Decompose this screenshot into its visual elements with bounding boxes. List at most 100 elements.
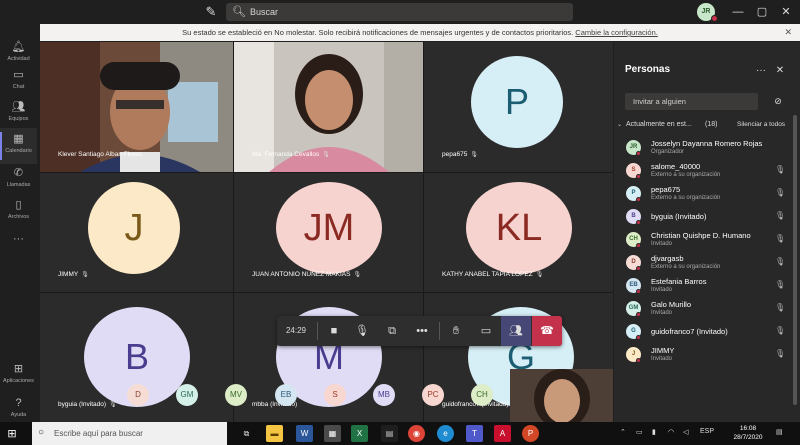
search-input[interactable]	[246, 3, 566, 21]
acrobat-button[interactable]: A	[494, 425, 511, 442]
excel-button[interactable]: X	[351, 425, 368, 442]
network-icon[interactable]: ▭	[636, 428, 643, 436]
participant-role: Organizador	[651, 149, 685, 155]
rail-item-chat[interactable]: ▭ Chat	[0, 64, 37, 100]
participant-role: Invitado	[651, 241, 673, 247]
mic-off-icon[interactable]: 🎙︎	[775, 165, 785, 174]
self-video-preview[interactable]	[510, 369, 613, 422]
participant-row[interactable]: Bbyguia (Invitado) 🎙︎	[614, 206, 794, 230]
camera-button[interactable]: ■	[321, 316, 347, 346]
video-tile[interactable]: P pepa675 🎙︎	[424, 42, 613, 172]
powerpoint-button[interactable]: P	[522, 425, 539, 442]
ellipsis-icon: •••	[416, 325, 428, 337]
mic-off-icon[interactable]: 🎙︎	[775, 188, 785, 197]
maximize-button[interactable]: ▢	[750, 2, 774, 22]
hang-up-button[interactable]: ☎	[532, 316, 562, 346]
app-rail: 🔔︎ Actividad ▭ Chat 👥︎ Equipos ▦ Calenda…	[0, 24, 37, 422]
mic-off-icon[interactable]: 🎙︎	[775, 257, 785, 266]
close-button[interactable]: ✕	[774, 2, 798, 22]
edge-button[interactable]: e	[437, 425, 454, 442]
ellipsis-icon: ···	[13, 233, 24, 245]
mic-off-icon[interactable]: 🎙︎	[775, 211, 785, 220]
participant-row[interactable]: Ssalome_40000 Externo a su organización 🎙︎	[614, 160, 794, 184]
overflow-avatar[interactable]: S	[324, 384, 346, 406]
rail-item-teams[interactable]: 👥︎ Equipos	[0, 96, 37, 132]
banner-settings-link[interactable]: Cambie la configuración.	[575, 28, 658, 37]
taskbar-search[interactable]: ○	[32, 422, 227, 445]
language-indicator[interactable]: ESP	[700, 428, 714, 435]
windows-start-button[interactable]: ⊞	[4, 426, 20, 442]
mic-off-icon[interactable]: 🎙︎	[775, 234, 785, 243]
chrome-button[interactable]: ◉	[408, 425, 425, 442]
participant-row[interactable]: GM Galo Murillo Invitado 🎙︎	[614, 298, 794, 322]
overflow-avatar[interactable]: MB	[373, 384, 395, 406]
video-tile[interactable]: KL KATHY ANABEL TAPIA LOPEZ 🎙︎	[424, 173, 613, 292]
participants-button[interactable]: 👥︎	[501, 316, 531, 346]
participant-row[interactable]: Ppepa675 Externo a su organización 🎙︎	[614, 183, 794, 207]
minimize-button[interactable]: —	[726, 2, 750, 22]
teams-button[interactable]: T	[466, 425, 483, 442]
in-meeting-section[interactable]: ⌄ Actualmente en est... (18) Silenciar a…	[617, 121, 797, 133]
chat-button[interactable]: ▭	[473, 316, 499, 346]
rail-item-files[interactable]: ▯ Archivos	[0, 194, 37, 230]
mic-button[interactable]: 🎙︎	[349, 316, 375, 346]
panel-scrollbar[interactable]	[793, 115, 797, 405]
word-button[interactable]: W	[296, 425, 313, 442]
rail-item-calendar[interactable]: ▦ Calendario	[0, 128, 37, 164]
panel-close-button[interactable]: ✕	[773, 64, 787, 78]
mic-off-icon: 🎙︎	[470, 152, 478, 158]
video-tile[interactable]: Klever Santiago Alban Flores	[40, 42, 233, 172]
file-explorer-button[interactable]: ▬	[266, 425, 283, 442]
participant-row[interactable]: Gguidofranco7 (Invitado) 🎙︎	[614, 321, 794, 345]
mic-off-icon[interactable]: 🎙︎	[775, 280, 785, 289]
mute-all-button[interactable]: Silenciar a todos	[737, 121, 785, 128]
participant-row[interactable]: Ddjvargasb Externo a su organización 🎙︎	[614, 252, 794, 276]
video-tile[interactable]: Ma. Fernanda Cevallos 🎙︎	[234, 42, 423, 172]
overflow-avatar[interactable]: D	[127, 384, 149, 406]
share-screen-button[interactable]: ⧉	[379, 316, 405, 346]
close-icon[interactable]: ✕	[784, 24, 792, 41]
status-icon	[636, 174, 641, 179]
mic-off-icon[interactable]: 🎙︎	[775, 349, 785, 358]
overflow-avatar[interactable]: EB	[275, 384, 297, 406]
overflow-avatar[interactable]: MV	[225, 384, 247, 406]
chevron-up-icon[interactable]: ⌃	[620, 428, 626, 436]
rail-item-calls[interactable]: ✆ Llamadas	[0, 162, 37, 198]
more-apps-button[interactable]: ···	[0, 228, 37, 264]
close-icon: ✕	[775, 65, 785, 76]
volume-icon[interactable]: ◁	[683, 428, 688, 436]
mic-icon: 🎙︎	[355, 325, 369, 337]
mic-off-icon[interactable]: 🎙︎	[775, 326, 785, 335]
participant-row[interactable]: JR Josselyn Dayanna Romero Rojas Organizad…	[614, 137, 794, 161]
overflow-avatar[interactable]: PC	[422, 384, 444, 406]
invite-input[interactable]	[625, 93, 758, 110]
participant-name: Klever Santiago Alban Flores	[58, 151, 142, 158]
participant-row[interactable]: J JIMMY Invitado 🎙︎	[614, 344, 794, 368]
mic-off-icon[interactable]: 🎙︎	[775, 303, 785, 312]
task-view-button[interactable]: ⧉	[238, 425, 255, 442]
store-icon: ▦	[328, 429, 337, 438]
panel-more-button[interactable]: ···	[754, 64, 768, 78]
participant-name: JIMMY	[651, 346, 675, 355]
rail-item-apps[interactable]: ⊞ Aplicaciones	[0, 358, 37, 394]
notifications-icon[interactable]: ▤	[776, 428, 783, 436]
raise-hand-button[interactable]: ✋︎	[443, 316, 469, 346]
pdf-icon: A	[499, 429, 506, 438]
video-tile[interactable]: J JIMMY 🎙︎	[40, 173, 233, 292]
search-box[interactable]: 🔍︎	[226, 3, 573, 21]
more-actions-button[interactable]: •••	[409, 316, 435, 346]
taskbar-search-input[interactable]	[54, 422, 224, 445]
overflow-avatar[interactable]: GM	[176, 384, 198, 406]
participant-row[interactable]: CH Christian Quishpe D. Humano Invitado 🎙︎	[614, 229, 794, 253]
video-tile[interactable]: JM JUAN ANTONIO NUÑEZ MAKIAS 🎙︎	[234, 173, 423, 292]
share-invite-button[interactable]: ⊘	[771, 94, 785, 108]
explorer-button[interactable]: ▤	[381, 425, 398, 442]
battery-icon[interactable]: ▮	[652, 428, 656, 436]
store-button[interactable]: ▦	[324, 425, 341, 442]
wifi-icon[interactable]: ◠	[668, 428, 674, 436]
compose-icon[interactable]: ✎	[203, 4, 219, 20]
overflow-avatar[interactable]: CH	[471, 384, 493, 406]
taskbar-clock[interactable]: 16:08 28/7/2020	[733, 424, 763, 442]
participant-name: byguia (Invitado) 🎙︎	[58, 401, 117, 408]
participant-row[interactable]: EB Estefania Barros Invitado 🎙︎	[614, 275, 794, 299]
